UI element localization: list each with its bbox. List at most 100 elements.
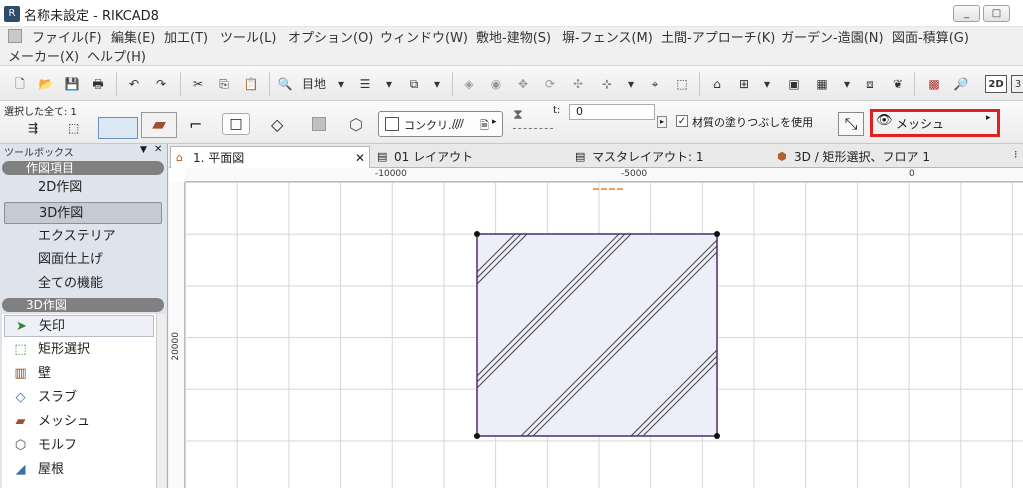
tool-roof[interactable]: ◢ 屋根	[4, 459, 154, 481]
door-icon[interactable]: ▣	[785, 75, 803, 93]
view-3d-button[interactable]: 3	[1011, 75, 1023, 93]
minimize-button[interactable]: _	[953, 5, 980, 22]
menu-fence[interactable]: 塀-フェンス(M)	[562, 27, 653, 46]
tab-master-layout[interactable]: ▤ マスタレイアウト: 1	[570, 146, 770, 168]
brick-icon[interactable]: ▩	[925, 75, 943, 93]
material-icon[interactable]: ⬡	[349, 115, 363, 134]
menu-options[interactable]: オプション(O)	[288, 27, 373, 46]
save-icon[interactable]: 💾	[63, 75, 81, 93]
undo-icon[interactable]: ↶	[125, 75, 143, 93]
mesh-outline[interactable]	[476, 233, 718, 437]
menu-site[interactable]: 敷地-建物(S)	[476, 27, 551, 46]
mesh-vertex[interactable]	[714, 433, 720, 439]
tool-mesh[interactable]: ▰ メッシュ	[4, 411, 154, 433]
rotated-rect-icon[interactable]: ◇	[271, 115, 283, 134]
drawing-canvas[interactable]: -10000 -5000 0 20000	[169, 168, 1023, 488]
chevron-down-icon[interactable]: ▾	[762, 75, 772, 93]
tab-floor-plan[interactable]: ⌂ 1. 平面図 ✕	[170, 146, 370, 168]
orbit-icon[interactable]: ✥	[514, 75, 532, 93]
tool-wall[interactable]: ▥ 壁	[4, 363, 154, 385]
chevron-down-icon[interactable]: ▼	[140, 145, 147, 155]
copy-icon[interactable]: ⎘	[215, 75, 233, 93]
mesh-vertex[interactable]	[714, 231, 720, 237]
layers-icon[interactable]: ☰	[356, 75, 374, 93]
frame-icon[interactable]: ⧈	[861, 75, 879, 93]
chevron-down-icon[interactable]: ▾	[432, 75, 442, 93]
camera-icon[interactable]: ⌖	[646, 75, 664, 93]
tab-3d[interactable]: ⬢ 3D / 矩形選択、フロア 1	[772, 146, 1010, 168]
menu-drawing[interactable]: 図面-積算(G)	[892, 27, 969, 46]
t-value-input[interactable]: 0	[569, 104, 655, 120]
menu-maker[interactable]: メーカー(X)	[8, 46, 79, 65]
tree-icon[interactable]: ❦	[889, 75, 907, 93]
menu-garden[interactable]: ガーデン-造園(N)	[781, 27, 884, 46]
navigate-icon[interactable]: ✣	[569, 75, 587, 93]
mesh-vertex[interactable]	[474, 231, 480, 237]
tool-marquee[interactable]: ⬚ 矩形選択	[4, 339, 154, 361]
chevron-down-icon[interactable]: ▾	[626, 75, 636, 93]
layout-icon[interactable]: ▦	[813, 75, 831, 93]
tool-mesh-label: メッシュ	[38, 414, 91, 429]
new-icon[interactable]: 🗋	[11, 75, 29, 93]
freeform-icon[interactable]: ⌐	[189, 115, 202, 134]
menu-tools[interactable]: ツール(L)	[220, 27, 276, 46]
tool-morph[interactable]: ⬡ モルフ	[4, 435, 154, 457]
fill-checkbox[interactable]: ✓	[676, 115, 688, 127]
menu-help[interactable]: ヘルプ(H)	[87, 46, 146, 65]
nav-2d[interactable]: 2D作図	[4, 177, 162, 199]
zoom-icon[interactable]: 🔎	[952, 75, 970, 93]
nav-finishing[interactable]: 図面仕上げ	[4, 249, 162, 271]
maximize-button[interactable]: □	[983, 5, 1010, 22]
tool-arrow[interactable]: ➤ 矢印	[4, 315, 154, 337]
menu-window[interactable]: ウィンドウ(W)	[380, 27, 468, 46]
tool-slab[interactable]: ◇ スラブ	[4, 387, 154, 409]
doc-icon[interactable]	[8, 29, 22, 43]
menu-edit[interactable]: 編集(E)	[111, 27, 155, 46]
view-2d-button[interactable]: 2D	[985, 75, 1007, 93]
select-mode-icon[interactable]: ⇶	[28, 121, 38, 135]
chevron-right-icon[interactable]: ▸	[986, 113, 991, 123]
slab-icon[interactable]: ▰	[141, 112, 177, 138]
tool-slab-label: スラブ	[38, 390, 78, 405]
material-selector[interactable]: コンクリ... //// 🗎 ▸	[378, 111, 503, 137]
building-icon[interactable]: ⌂	[708, 75, 726, 93]
fill-mode-button[interactable]	[98, 117, 138, 139]
magic-wand-button[interactable]: ⤡	[838, 112, 864, 136]
chevron-right-icon[interactable]: ▸	[657, 116, 667, 128]
mesh-vertex[interactable]	[474, 433, 480, 439]
print-icon[interactable]: 🖶	[89, 75, 107, 93]
section-header-drawing[interactable]: 作図項目	[2, 161, 164, 175]
section-header-3d[interactable]: 3D作図	[2, 298, 164, 312]
find-icon[interactable]: 🔍	[276, 75, 294, 93]
chevron-down-icon[interactable]: ▾	[336, 75, 346, 93]
rectangle-shape-button[interactable]: □	[222, 113, 250, 135]
open-icon[interactable]: 📂	[37, 75, 55, 93]
solid-icon[interactable]: ◈	[460, 75, 478, 93]
axis-icon[interactable]: ⊹	[598, 75, 616, 93]
close-icon[interactable]: ✕	[355, 147, 365, 169]
nav-exterior[interactable]: エクステリア	[4, 226, 162, 248]
chevron-down-icon[interactable]: ▾	[384, 75, 394, 93]
sphere-icon[interactable]: ◉	[487, 75, 505, 93]
paste-icon[interactable]: 📋	[242, 75, 260, 93]
close-icon[interactable]: ✕	[154, 144, 162, 155]
tool-list-scrollbar[interactable]	[156, 314, 166, 488]
nav-3d[interactable]: 3D作図	[4, 202, 162, 224]
nav-all-functions[interactable]: 全ての機能	[4, 273, 162, 295]
layer-selector[interactable]: 目地	[302, 75, 338, 93]
chevron-down-icon[interactable]: ▾	[842, 75, 852, 93]
texture-icon[interactable]	[312, 117, 326, 131]
box3d-icon[interactable]: ⬚	[673, 75, 691, 93]
redo-icon[interactable]: ↷	[152, 75, 170, 93]
menu-process[interactable]: 加工(T)	[164, 27, 208, 46]
cut-icon[interactable]: ✂	[189, 75, 207, 93]
group-icon[interactable]: ⧉	[405, 75, 423, 93]
select-rect-icon[interactable]: ⬚	[68, 121, 79, 135]
menu-approach[interactable]: 土間-アプローチ(K)	[661, 27, 775, 46]
menu-file[interactable]: ファイル(F)	[32, 27, 102, 46]
rotate-icon[interactable]: ⟳	[541, 75, 559, 93]
more-tabs-icon[interactable]: ⁝	[1014, 148, 1018, 161]
tab-layout[interactable]: ▤ 01 レイアウト	[372, 146, 568, 168]
mesh-selector[interactable]: メッシュ	[896, 115, 944, 132]
window-icon[interactable]: ⊞	[735, 75, 753, 93]
